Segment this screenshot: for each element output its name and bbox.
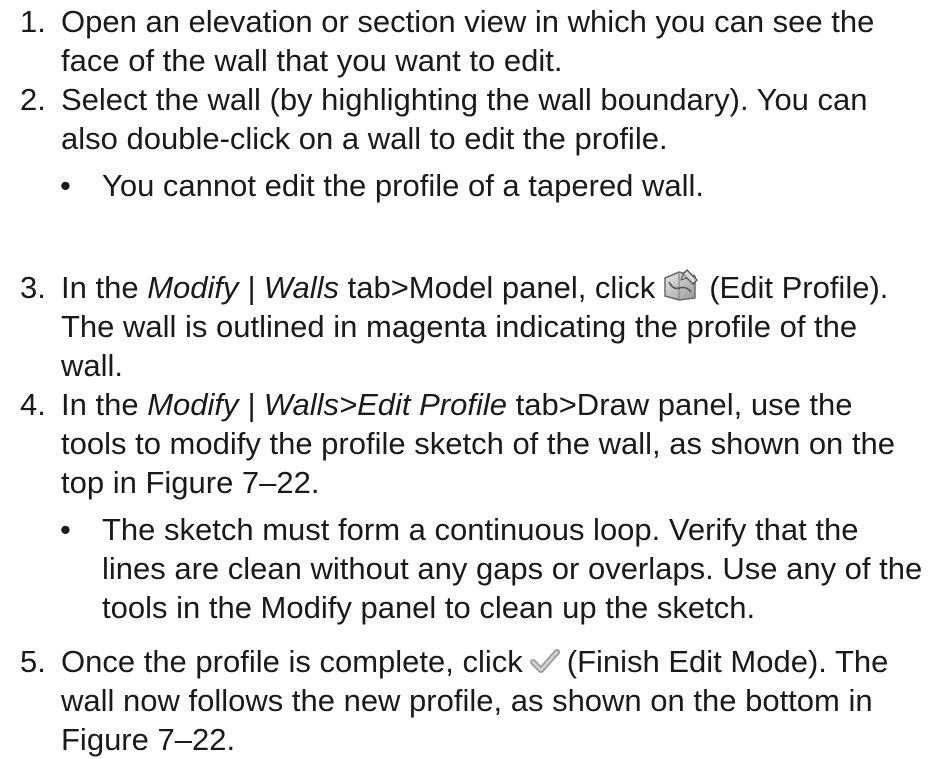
step-text: Open an elevation or section view in whi… [61, 4, 875, 78]
finish-edit-mode-icon [529, 646, 561, 676]
step-2: 2. Select the wall (by highlighting the … [20, 80, 925, 158]
step-number: 5. [20, 644, 46, 679]
text-pre: In the [61, 387, 148, 422]
instruction-page: 1. Open an elevation or section view in … [0, 0, 930, 757]
ribbon-tab-name: Modify | Walls>Edit Profile [147, 387, 507, 422]
note-text: The sketch must form a continuous loop. … [102, 512, 923, 625]
step-5: 5. Once the profile is complete, click (… [20, 642, 925, 759]
step-number: 1. [20, 4, 46, 39]
step-number: 2. [20, 82, 46, 117]
ribbon-tab-name: Modify | Walls [147, 270, 339, 305]
text-pre: Once the profile is complete, click [61, 644, 523, 679]
step-2-note: • You cannot edit the profile of a taper… [60, 166, 925, 205]
step-4-note: • The sketch must form a continuous loop… [60, 510, 925, 627]
step-text: Once the profile is complete, click (Fin… [61, 642, 925, 759]
text-mid: tab>Model panel, click [339, 270, 656, 305]
step-1: 1. Open an elevation or section view in … [20, 2, 925, 80]
step-number: 3. [20, 270, 46, 305]
edit-profile-icon [661, 268, 703, 302]
text-pre: In the [61, 270, 148, 305]
bullet: • [60, 168, 71, 203]
step-3: 3. In the Modify | Walls tab>Model panel… [20, 268, 925, 385]
step-text: In the Modify | Walls tab>Model panel, c… [61, 268, 925, 385]
step-number: 4. [20, 387, 46, 422]
bullet: • [60, 512, 71, 547]
step-text: Select the wall (by highlighting the wal… [61, 82, 868, 156]
step-4: 4. In the Modify | Walls>Edit Profile ta… [20, 385, 925, 502]
step-text: In the Modify | Walls>Edit Profile tab>D… [61, 385, 925, 502]
note-text: You cannot edit the profile of a tapered… [102, 168, 705, 203]
